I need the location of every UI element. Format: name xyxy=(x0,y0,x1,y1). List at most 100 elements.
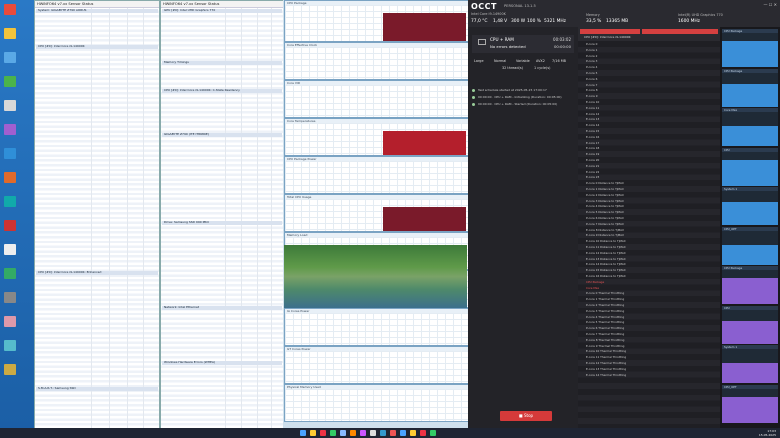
monitor-row-label: P-core 0 Distance to TjMAX xyxy=(586,181,624,186)
taskbar-app-icon[interactable] xyxy=(350,430,356,436)
memory-load: 33,5 % xyxy=(586,19,602,24)
taskbar-app-icon[interactable] xyxy=(430,430,436,436)
memory-label: Memory xyxy=(586,13,600,17)
sensor-group-header[interactable]: CPU [#0]: Intel Core i9-14900K xyxy=(36,45,158,49)
app-icon-6[interactable] xyxy=(4,124,16,135)
taskbar-app-icon[interactable] xyxy=(410,430,416,436)
sensor-group-header[interactable]: CPU [#0]: Intel Core i9-14900K: C-State … xyxy=(162,89,282,93)
app-icon-11[interactable] xyxy=(4,244,16,255)
app-icon-16[interactable] xyxy=(4,364,16,375)
sensor-graph: GT Cores Power xyxy=(284,346,469,384)
monitor-row-label: E-core 11 Thermal Throttling xyxy=(586,355,627,360)
taskbar-app-icon[interactable] xyxy=(330,430,336,436)
sensor-rows xyxy=(161,8,283,429)
graph-series xyxy=(383,13,466,41)
clock: 17:03 15.05.2025 xyxy=(758,429,776,437)
mini-graph-label: CPU Package xyxy=(724,266,743,270)
occt-logo: OCCT xyxy=(471,2,497,11)
app-icon-7[interactable] xyxy=(4,148,16,159)
taskbar-app-icon[interactable] xyxy=(380,430,386,436)
sensor-group-header[interactable]: CPU [#0]: Intel Core i9-14900K: Enhanced xyxy=(36,271,158,275)
monitor-row-label: E-core 15 xyxy=(586,129,600,133)
mini-graph-label: CPU xyxy=(724,147,730,152)
taskbar-app-icon[interactable] xyxy=(390,430,396,436)
app-icon-8[interactable] xyxy=(4,172,16,183)
app-icon-4[interactable] xyxy=(4,76,16,87)
sensor-graph-column: CPU Package Core Effective Clock Core VID C… xyxy=(283,0,469,428)
monitor-row-label: E-core 12 Distance to TjMAX xyxy=(586,250,626,255)
desktop-icon-strip xyxy=(0,0,34,428)
taskbar-app-icon[interactable] xyxy=(320,430,326,436)
mini-graph: System 1 xyxy=(722,187,778,225)
monitor-row-label: P-core 1 Thermal Throttling xyxy=(586,297,625,302)
taskbar-app-icon[interactable] xyxy=(370,430,376,436)
mini-graph-series xyxy=(722,41,778,67)
taskbar-app-icon[interactable] xyxy=(300,430,306,436)
app-icon-13[interactable] xyxy=(4,292,16,303)
cpu-clock: 5321 MHz xyxy=(544,19,566,24)
monitor-row-label: P-core 2 Thermal Throttling xyxy=(586,303,625,307)
monitor-row-label: P-core 0 Thermal Throttling xyxy=(586,291,625,296)
monitor-row-label: P-core 2 Distance to TjMAX xyxy=(586,192,624,197)
monitor-row-label: P-core 4 Distance to TjMAX xyxy=(586,204,624,209)
sensor-graph: CPU Package Power xyxy=(284,156,469,194)
app-icon-14[interactable] xyxy=(4,316,16,327)
sensor-group-header[interactable]: Memory Timings xyxy=(162,61,282,65)
app-icon-15[interactable] xyxy=(4,340,16,351)
window-title: HWiNFO64 v7.xx Sensor Status xyxy=(161,1,283,8)
app-icon-10[interactable] xyxy=(4,220,16,231)
mini-graph-label: CPU_OPT xyxy=(724,226,737,231)
monitor-row-label: E-core 13 Distance to TjMAX xyxy=(586,256,626,261)
sensor-group-header[interactable]: Drive: Samsung SSD 990 PRO xyxy=(162,221,282,225)
app-icon-12[interactable] xyxy=(4,268,16,279)
sensor-group-header[interactable]: GPU [#0]: Intel UHD Graphics 770 xyxy=(162,9,282,13)
monitor-row-label: E-core 13 Thermal Throttling xyxy=(586,366,627,371)
monitor-group-title: CPU [#0]: Intel Core i9-14900K xyxy=(584,35,631,39)
mini-graph: CPU xyxy=(722,147,778,186)
stop-button[interactable]: ■ Stop xyxy=(500,411,552,421)
app-icon-1[interactable] xyxy=(4,4,16,15)
gpu-label: Intel(R) UHD Graphics 770 xyxy=(678,13,723,17)
graph-series xyxy=(383,207,466,231)
sensor-group-header[interactable]: Network: Intel Ethernet xyxy=(162,306,282,310)
taskbar-app-icon[interactable] xyxy=(420,430,426,436)
sensor-group-header[interactable]: Windows Hardware Errors (WHEA) xyxy=(162,361,282,365)
monitor-rows: P-core 0 P-core 1 P-core 2 P-core 3 P-core 4… xyxy=(578,41,720,428)
mini-graph: System 1 xyxy=(722,345,778,383)
graph-area xyxy=(285,161,468,193)
window-controls[interactable]: — ☐ ✕ xyxy=(764,2,777,7)
monitor-row-label: E-core 20 xyxy=(586,158,600,162)
monitor-row-label: E-core 9 xyxy=(586,94,598,99)
taskbar-app-icon[interactable] xyxy=(400,430,406,436)
mini-graph-series xyxy=(722,202,778,225)
sensor-group-header[interactable]: System: GIGABYTE Z790 AORUS xyxy=(36,9,158,13)
app-icon-9[interactable] xyxy=(4,196,16,207)
log-entry: 00:00:00 · CPU + RAM - Started (Duration… xyxy=(472,101,574,108)
taskbar-app-icon[interactable] xyxy=(310,430,316,436)
occt-header: OCCT PERSONAL 13.1.5 Intel Core i9-14900… xyxy=(468,0,780,27)
taskbar-app-icon[interactable] xyxy=(360,430,366,436)
taskbar-app-icon[interactable] xyxy=(340,430,346,436)
monitor-row-label: E-core 11 Distance to TjMAX xyxy=(586,245,626,249)
test-card[interactable]: CPU + RAM 00:03:02 No errors detected 00… xyxy=(472,35,574,53)
mini-graph-label: Core Max xyxy=(724,108,738,112)
graph-series xyxy=(383,131,466,155)
gpu-clock: 1600 MHz xyxy=(678,19,700,24)
app-icon-2[interactable] xyxy=(4,28,16,39)
param-label: 7/16 MB xyxy=(552,59,566,63)
mini-graph: CPU_OPT xyxy=(722,384,778,423)
app-icon-5[interactable] xyxy=(4,100,16,111)
monitor-row-label: P-core 3 Thermal Throttling xyxy=(586,308,625,313)
mini-graph-series xyxy=(722,320,778,344)
sensor-group-header[interactable]: GIGABYTE Z790 (ITE IT8689E) xyxy=(162,133,282,137)
sensor-group-header[interactable]: S.M.A.R.T.: Samsung SSD xyxy=(36,387,158,391)
monitor-row-label: E-core 13 xyxy=(586,117,600,122)
monitor-row-label: P-core 3 Distance to TjMAX xyxy=(586,198,624,203)
monitor-row-label: P-core 4 xyxy=(586,65,598,70)
wallpaper-photo xyxy=(284,245,467,308)
mini-graph-series xyxy=(722,244,778,265)
sensor-graph: Core VID xyxy=(284,80,469,118)
app-icon-3[interactable] xyxy=(4,52,16,63)
hwinfo-sensors-window-right: HWiNFO64 v7.xx Sensor Status GPU [#0]: I… xyxy=(160,0,284,430)
mini-graph-label: System 1 xyxy=(724,345,738,349)
